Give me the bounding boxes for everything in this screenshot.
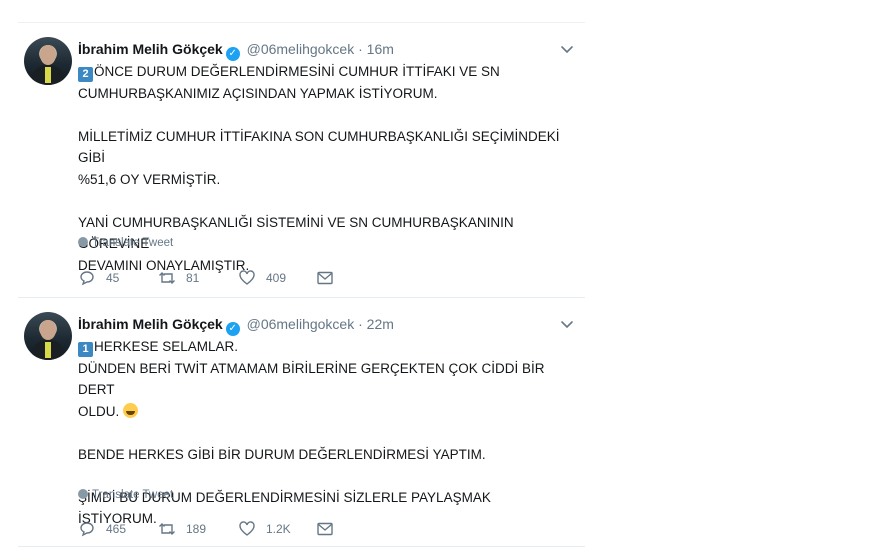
retweet-icon bbox=[159, 272, 175, 284]
retweet-count: 189 bbox=[186, 522, 207, 536]
reply-icon bbox=[80, 522, 94, 537]
tweet-line: CUMHURBAŞKANIMIZ AÇISINDAN YAPMAK İSTİYO… bbox=[78, 85, 438, 101]
author-name[interactable]: İbrahim Melih Gökçek bbox=[78, 41, 223, 57]
tweet-header: İbrahim Melih Gökçek ✓ @06melihgokcek · 2… bbox=[78, 315, 394, 336]
like-count: 409 bbox=[266, 271, 287, 285]
face-with-tears-of-joy-icon bbox=[123, 402, 139, 418]
author-handle[interactable]: @06melihgokcek bbox=[247, 41, 355, 57]
chevron-down-icon[interactable] bbox=[559, 316, 575, 332]
tweet-time[interactable]: 22m bbox=[367, 316, 394, 332]
like-button[interactable]: 409 bbox=[238, 269, 286, 287]
envelope-icon bbox=[317, 271, 333, 285]
tweet-line: DÜNDEN BERİ TWİT ATMAMAM BİRİLERİNE GERÇ… bbox=[78, 360, 545, 398]
retweet-button[interactable]: 189 bbox=[158, 520, 206, 538]
keycap-2-icon: 2 bbox=[78, 67, 93, 82]
tweet-line: 2 ÖNCE DURUM DEĞERLENDİRMESİNİ CUMHUR İTT… bbox=[78, 61, 568, 83]
envelope-icon bbox=[317, 522, 333, 536]
tweet-line: MİLLETİMİZ CUMHUR İTTİFAKINA SON CUMHURB… bbox=[78, 128, 560, 166]
heart-icon bbox=[239, 521, 255, 536]
translate-tweet-link[interactable]: Translate Tweet bbox=[78, 237, 173, 249]
separator: · bbox=[358, 41, 363, 57]
reply-count: 45 bbox=[106, 271, 120, 285]
tweet[interactable]: İbrahim Melih Gökçek ✓ @06melihgokcek · 1… bbox=[18, 22, 585, 298]
tweet-line bbox=[78, 104, 568, 126]
tweet-line: BENDE HERKES GİBİ BİR DURUM DEĞERLENDİRM… bbox=[78, 446, 486, 462]
avatar[interactable] bbox=[24, 312, 72, 360]
tweet-line: OLDU. bbox=[78, 401, 568, 423]
direct-message-button[interactable] bbox=[316, 520, 334, 538]
reply-button[interactable]: 465 bbox=[78, 520, 126, 538]
tweet-line: 1 HERKESE SELAMLAR. bbox=[78, 336, 568, 358]
reply-icon bbox=[80, 271, 94, 286]
retweet-count: 81 bbox=[186, 271, 200, 285]
author-handle[interactable]: @06melihgokcek bbox=[247, 316, 355, 332]
direct-message-button[interactable] bbox=[316, 269, 334, 287]
tweet-header: İbrahim Melih Gökçek ✓ @06melihgokcek · 1… bbox=[78, 40, 394, 61]
tweet-feed: İbrahim Melih Gökçek ✓ @06melihgokcek · 1… bbox=[18, 22, 585, 547]
tweet-line: %51,6 OY VERMİŞTİR. bbox=[78, 171, 221, 187]
author-name[interactable]: İbrahim Melih Gökçek bbox=[78, 316, 223, 332]
keycap-1-icon: 1 bbox=[78, 342, 93, 357]
reply-button[interactable]: 45 bbox=[78, 269, 119, 287]
retweet-icon bbox=[159, 523, 175, 535]
separator: · bbox=[358, 316, 363, 332]
retweet-button[interactable]: 81 bbox=[158, 269, 199, 287]
tweet[interactable]: İbrahim Melih Gökçek ✓ @06melihgokcek · 2… bbox=[18, 298, 585, 547]
chevron-down-icon[interactable] bbox=[559, 41, 575, 57]
reply-count: 465 bbox=[106, 522, 127, 536]
globe-icon bbox=[78, 489, 88, 499]
translate-tweet-link[interactable]: Translate Tweet bbox=[78, 489, 173, 501]
heart-icon bbox=[239, 270, 255, 285]
verified-badge-icon: ✓ bbox=[225, 47, 240, 61]
avatar[interactable] bbox=[24, 37, 72, 85]
verified-badge-icon: ✓ bbox=[225, 322, 240, 336]
tweet-line bbox=[78, 465, 568, 487]
globe-icon bbox=[78, 237, 88, 247]
tweet-line bbox=[78, 190, 568, 212]
like-count: 1.2K bbox=[266, 522, 291, 536]
tweet-time[interactable]: 16m bbox=[367, 41, 394, 57]
like-button[interactable]: 1.2K bbox=[238, 520, 291, 538]
tweet-line bbox=[78, 422, 568, 444]
